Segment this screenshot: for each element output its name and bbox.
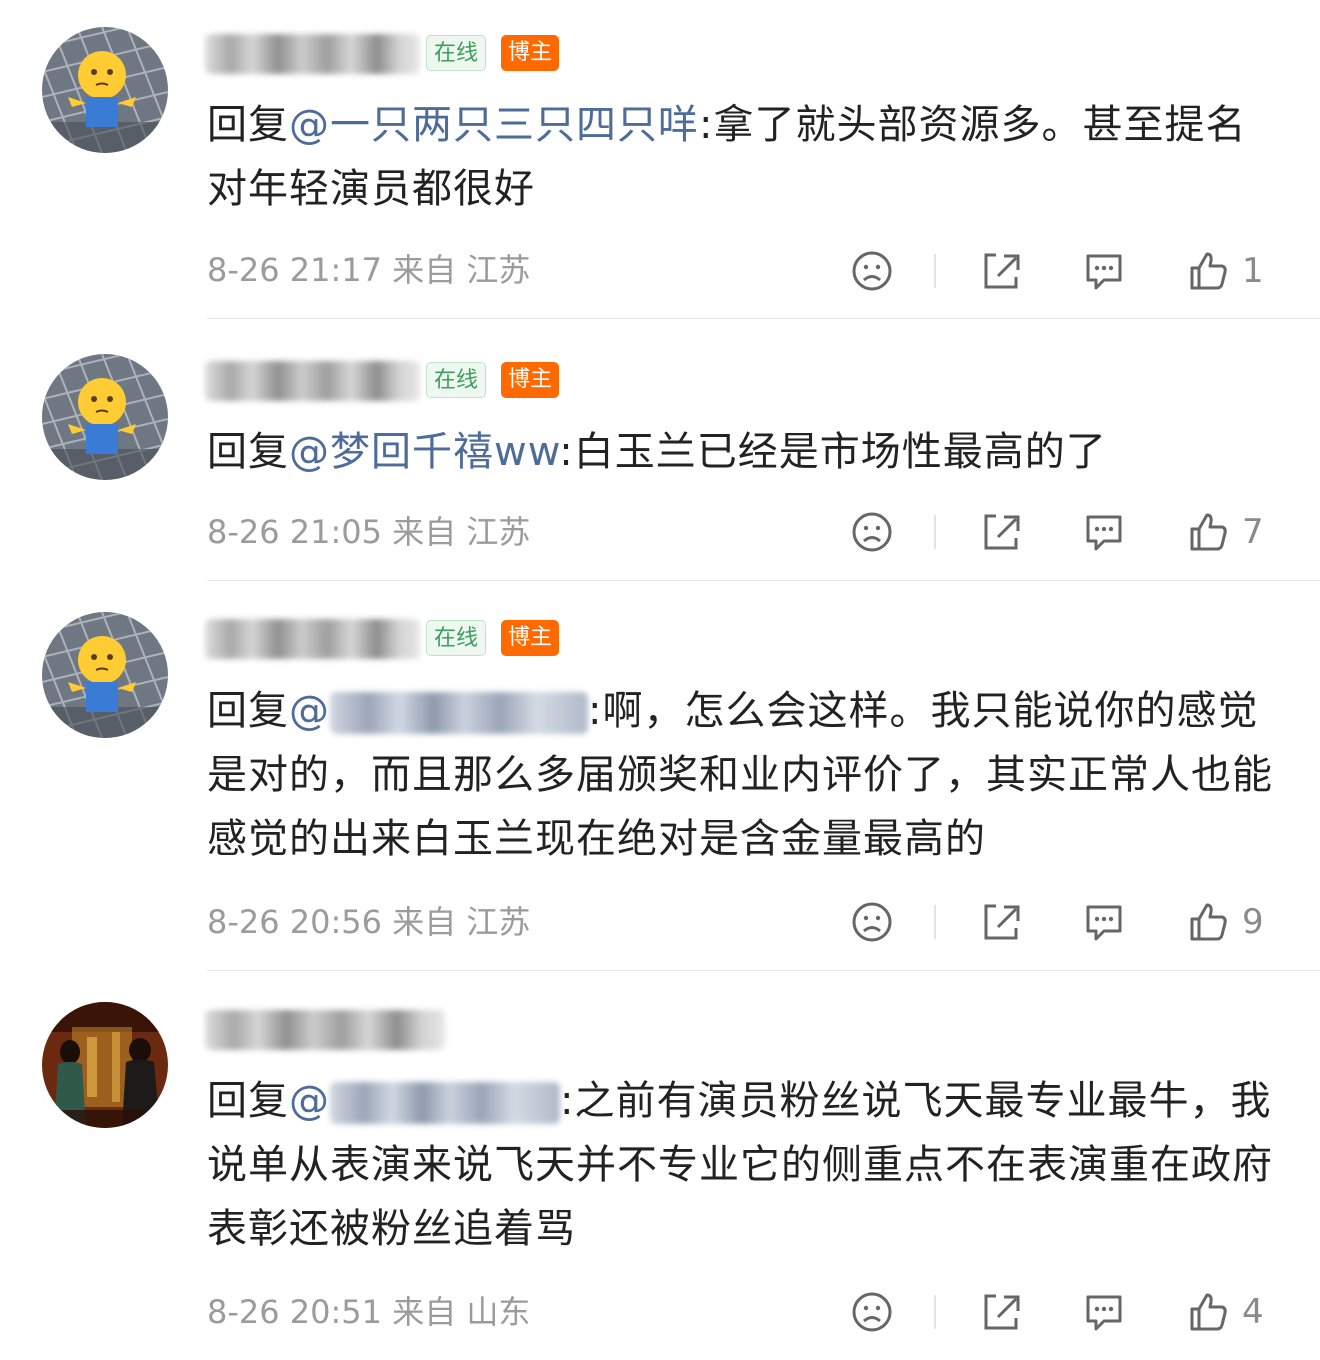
- username-blurred[interactable]: [205, 619, 420, 659]
- avatar[interactable]: [42, 354, 168, 480]
- avatar[interactable]: [42, 612, 168, 738]
- like-count: 1: [1242, 251, 1264, 291]
- comment-location: 江苏: [466, 251, 531, 289]
- share-icon[interactable]: [978, 897, 1022, 947]
- comment-meta: 8-26 21:05 来自 江苏: [207, 512, 530, 552]
- comment-actions: 9: [850, 897, 1280, 947]
- comment-text: 回复@:啊，怎么会这样。我只能说你的感觉是对的，而且那么多届颁奖和业内评价了，其…: [207, 679, 1287, 871]
- mention-link[interactable]: @一只两只三只四只咩: [289, 102, 699, 148]
- comment-bubble-icon[interactable]: [1082, 1287, 1126, 1337]
- online-badge: 在线: [426, 35, 487, 71]
- divider-line: [934, 515, 936, 549]
- blogger-badge: 博主: [501, 35, 560, 71]
- divider-line: [934, 905, 936, 939]
- online-badge: 在线: [426, 362, 487, 398]
- comment-actions: 7: [850, 507, 1280, 557]
- comment-location: 江苏: [466, 903, 531, 941]
- reply-prefix: 回复: [207, 102, 289, 148]
- comment-time: 8-26 21:17: [207, 251, 383, 289]
- comment-body: :白玉兰已经是市场性最高的了: [559, 429, 1107, 475]
- blogger-badge: 博主: [501, 362, 560, 398]
- comment-bubble-icon[interactable]: [1082, 507, 1126, 557]
- comment-divider: [207, 318, 1320, 319]
- share-icon[interactable]: [978, 246, 1022, 296]
- share-icon[interactable]: [978, 1287, 1022, 1337]
- reply-prefix: 回复: [207, 688, 289, 734]
- mention-blurred: [330, 692, 588, 734]
- thumbs-up-icon[interactable]: [1186, 1287, 1230, 1337]
- comment-text: 回复@梦回千禧ww:白玉兰已经是市场性最高的了: [207, 420, 1287, 484]
- comment-divider: [207, 970, 1320, 971]
- share-icon[interactable]: [978, 507, 1022, 557]
- username-blurred[interactable]: [205, 361, 420, 401]
- divider-line: [934, 254, 936, 288]
- from-label: 来自: [392, 903, 457, 941]
- mention-blurred: [330, 1082, 560, 1124]
- username-blurred[interactable]: [205, 34, 420, 74]
- username-blurred[interactable]: [205, 1010, 445, 1050]
- like-count: 7: [1242, 512, 1264, 552]
- avatar[interactable]: [42, 1002, 168, 1128]
- sad-face-icon[interactable]: [850, 507, 894, 557]
- comment-divider: [207, 580, 1320, 581]
- comment-location: 山东: [466, 1293, 531, 1331]
- comment-meta: 8-26 20:56 来自 江苏: [207, 902, 530, 942]
- comment-time: 8-26 20:51: [207, 1293, 383, 1331]
- from-label: 来自: [392, 513, 457, 551]
- comment-time: 8-26 21:05: [207, 513, 383, 551]
- mention-link[interactable]: @: [289, 1078, 330, 1124]
- thumbs-up-icon[interactable]: [1186, 246, 1230, 296]
- comment-text: 回复@:之前有演员粉丝说飞天最专业最牛，我说单从表演来说飞天并不专业它的侧重点不…: [207, 1069, 1287, 1261]
- online-badge: 在线: [426, 620, 487, 656]
- comment-meta: 8-26 21:17 来自 江苏: [207, 250, 530, 290]
- reply-prefix: 回复: [207, 1078, 289, 1124]
- blogger-badge: 博主: [501, 620, 560, 656]
- comment-bubble-icon[interactable]: [1082, 246, 1126, 296]
- comment-actions: 1: [850, 246, 1280, 296]
- mention-link[interactable]: @: [289, 688, 330, 734]
- sad-face-icon[interactable]: [850, 897, 894, 947]
- sad-face-icon[interactable]: [850, 1287, 894, 1337]
- sad-face-icon[interactable]: [850, 246, 894, 296]
- comment-meta: 8-26 20:51 来自 山东: [207, 1292, 530, 1332]
- comment-actions: 4: [850, 1287, 1280, 1337]
- like-count: 4: [1242, 1292, 1264, 1332]
- like-count: 9: [1242, 902, 1264, 942]
- from-label: 来自: [392, 251, 457, 289]
- thumbs-up-icon[interactable]: [1186, 897, 1230, 947]
- reply-prefix: 回复: [207, 429, 289, 475]
- from-label: 来自: [392, 1293, 457, 1331]
- comment-text: 回复@一只两只三只四只咩:拿了就头部资源多。甚至提名对年轻演员都很好: [207, 93, 1287, 221]
- comment-bubble-icon[interactable]: [1082, 897, 1126, 947]
- avatar[interactable]: [42, 27, 168, 153]
- thumbs-up-icon[interactable]: [1186, 507, 1230, 557]
- divider-line: [934, 1295, 936, 1329]
- comment-time: 8-26 20:56: [207, 903, 383, 941]
- comment-location: 江苏: [466, 513, 531, 551]
- mention-link[interactable]: @梦回千禧ww: [289, 429, 559, 475]
